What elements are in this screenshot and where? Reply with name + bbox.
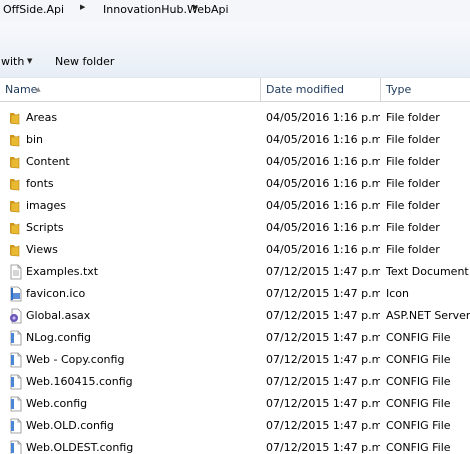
file-date-modified: 07/12/2015 1:47 p.m. (266, 331, 380, 344)
file-type: CONFIG File (386, 397, 451, 410)
file-type: CONFIG File (386, 375, 451, 388)
file-name: favicon.ico (26, 287, 86, 300)
file-row[interactable]: Web.160415.config 07/12/2015 1:47 p.m. CON… (0, 371, 470, 393)
config-file-icon (8, 396, 24, 412)
folder-icon (8, 198, 24, 214)
command-toolbar: with ▼ New folder (0, 22, 470, 78)
file-name: Content (26, 155, 70, 168)
aspnet-file-icon (8, 308, 24, 324)
file-date-modified: 04/05/2016 1:16 p.m. (266, 111, 380, 124)
file-date-modified: 04/05/2016 1:16 p.m. (266, 177, 380, 190)
file-type: CONFIG File (386, 441, 451, 454)
file-type: File folder (386, 133, 440, 146)
config-file-icon (8, 440, 24, 454)
column-header-type[interactable]: Type (381, 78, 470, 101)
file-date-modified: 04/05/2016 1:16 p.m. (266, 221, 380, 234)
file-date-modified: 07/12/2015 1:47 p.m. (266, 287, 380, 300)
file-date-modified: 04/05/2016 1:16 p.m. (266, 199, 380, 212)
file-row[interactable]: images 04/05/2016 1:16 p.m. File folder (0, 195, 470, 217)
file-type: File folder (386, 199, 440, 212)
file-row[interactable]: NLog.config 07/12/2015 1:47 p.m. CONFIG Fi… (0, 327, 470, 349)
chevron-right-icon[interactable]: ▶ (193, 3, 198, 11)
config-file-icon (8, 374, 24, 390)
file-date-modified: 07/12/2015 1:47 p.m. (266, 441, 380, 454)
file-row[interactable]: Web - Copy.config 07/12/2015 1:47 p.m. CON… (0, 349, 470, 371)
file-name: Areas (26, 111, 58, 124)
address-breadcrumb: OffSide.Api ▶ InnovationHub.WebApi ▶ (0, 0, 470, 22)
file-type: File folder (386, 221, 440, 234)
file-date-modified: 07/12/2015 1:47 p.m. (266, 419, 380, 432)
file-row[interactable]: Web.OLD.config 07/12/2015 1:47 p.m. CONFIG… (0, 415, 470, 437)
file-name: Global.asax (26, 309, 91, 322)
file-row[interactable]: Examples.txt 07/12/2015 1:47 p.m. Text Doc… (0, 261, 470, 283)
file-type: Text Document (386, 265, 469, 278)
file-date-modified: 04/05/2016 1:16 p.m. (266, 133, 380, 146)
file-type: ASP.NET Server A (386, 309, 470, 322)
file-type: File folder (386, 155, 440, 168)
text-file-icon (8, 264, 24, 280)
file-row[interactable]: favicon.ico 07/12/2015 1:47 p.m. Icon (0, 283, 470, 305)
file-row[interactable]: Scripts 04/05/2016 1:16 p.m. File folder (0, 217, 470, 239)
file-row[interactable]: Content 04/05/2016 1:16 p.m. File folder (0, 151, 470, 173)
folder-icon (8, 154, 24, 170)
file-name: Web.OLDEST.config (26, 441, 134, 454)
file-type: File folder (386, 111, 440, 124)
sort-ascending-icon: ▲ (36, 86, 41, 93)
breadcrumb-item-offside-api[interactable]: OffSide.Api (3, 3, 64, 16)
column-header-date-label: Date modified (266, 83, 344, 96)
file-row[interactable]: Views 04/05/2016 1:16 p.m. File folder (0, 239, 470, 261)
file-date-modified: 07/12/2015 1:47 p.m. (266, 353, 380, 366)
file-name: Scripts (26, 221, 64, 234)
file-date-modified: 07/12/2015 1:47 p.m. (266, 309, 380, 322)
file-list: Areas 04/05/2016 1:16 p.m. File folder bin 0… (0, 107, 470, 454)
file-type: Icon (386, 287, 409, 300)
file-date-modified: 04/05/2016 1:16 p.m. (266, 243, 380, 256)
folder-icon (8, 176, 24, 192)
config-file-icon (8, 330, 24, 346)
chevron-right-icon[interactable]: ▶ (80, 3, 85, 11)
file-name: Examples.txt (26, 265, 99, 278)
file-row[interactable]: Web.config 07/12/2015 1:47 p.m. CONFIG Fil… (0, 393, 470, 415)
share-with-button[interactable]: with (1, 55, 24, 68)
chevron-down-icon[interactable]: ▼ (27, 57, 32, 65)
config-file-icon (8, 352, 24, 368)
file-name: bin (26, 133, 44, 146)
file-name: fonts (26, 177, 54, 190)
file-row[interactable]: Web.OLDEST.config 07/12/2015 1:47 p.m. CON… (0, 437, 470, 454)
file-name: Web.160415.config (26, 375, 133, 388)
file-name: NLog.config (26, 331, 92, 344)
file-name: Views (26, 243, 58, 256)
file-type: File folder (386, 243, 440, 256)
file-row[interactable]: bin 04/05/2016 1:16 p.m. File folder (0, 129, 470, 151)
folder-icon (8, 242, 24, 258)
file-type: CONFIG File (386, 353, 451, 366)
file-name: Web.config (26, 397, 88, 410)
column-header-type-label: Type (386, 83, 412, 96)
file-row[interactable]: Global.asax 07/12/2015 1:47 p.m. ASP.NET S… (0, 305, 470, 327)
new-folder-button[interactable]: New folder (55, 55, 114, 68)
file-date-modified: 07/12/2015 1:47 p.m. (266, 265, 380, 278)
file-date-modified: 07/12/2015 1:47 p.m. (266, 397, 380, 410)
file-type: CONFIG File (386, 419, 451, 432)
file-name: images (26, 199, 66, 212)
breadcrumb-item-innovationhub-webapi[interactable]: InnovationHub.WebApi (103, 3, 229, 16)
folder-icon (8, 110, 24, 126)
column-header-name-label: Name (5, 83, 38, 96)
file-row[interactable]: fonts 04/05/2016 1:16 p.m. File folder (0, 173, 470, 195)
column-header-row: Name ▲ Date modified Type (0, 78, 470, 102)
file-type: CONFIG File (386, 331, 451, 344)
file-name: Web.OLD.config (26, 419, 114, 432)
file-name: Web - Copy.config (26, 353, 125, 366)
column-header-date-modified[interactable]: Date modified (261, 78, 381, 101)
file-type: File folder (386, 177, 440, 190)
file-row[interactable]: Areas 04/05/2016 1:16 p.m. File folder (0, 107, 470, 129)
file-date-modified: 04/05/2016 1:16 p.m. (266, 155, 380, 168)
column-header-name[interactable]: Name ▲ (0, 78, 261, 101)
folder-icon (8, 132, 24, 148)
config-file-icon (8, 418, 24, 434)
image-file-icon (8, 286, 24, 302)
file-date-modified: 07/12/2015 1:47 p.m. (266, 375, 380, 388)
folder-icon (8, 220, 24, 236)
